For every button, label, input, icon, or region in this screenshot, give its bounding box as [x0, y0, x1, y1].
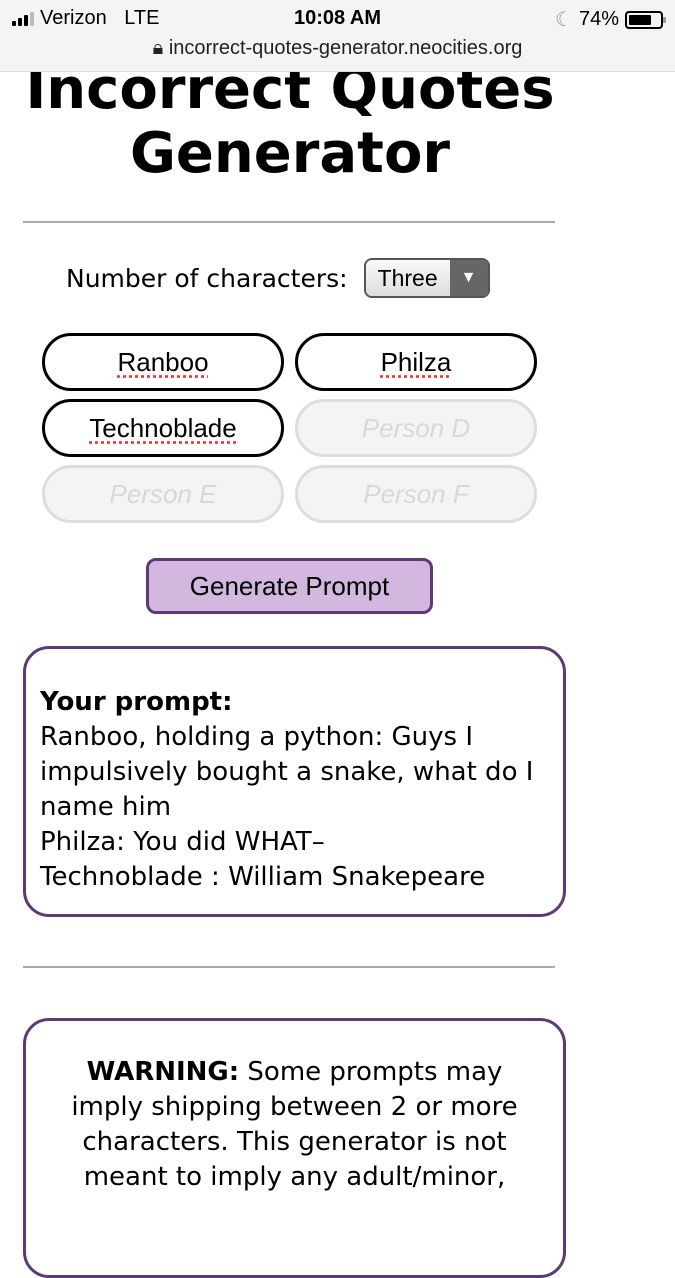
generate-prompt-button[interactable]: Generate Prompt: [146, 558, 433, 614]
warning-box: WARNING: Some prompts may imply shipping…: [23, 1018, 566, 1278]
character-input-e[interactable]: Person E: [42, 465, 284, 523]
url-text: incorrect-quotes-generator.neocities.org: [168, 37, 523, 59]
num-characters-select[interactable]: Three ▼: [363, 258, 490, 298]
character-input-a[interactable]: Ranboo: [42, 333, 284, 391]
moon-icon: ☾: [555, 9, 573, 31]
prompt-heading: Your prompt:: [40, 687, 233, 717]
prompt-box: Your prompt: Ranboo, holding a python: G…: [23, 646, 566, 917]
divider: [23, 966, 555, 968]
page-title: Incorrect Quotes Generator: [25, 57, 555, 186]
character-input-f[interactable]: Person F: [295, 465, 537, 523]
address-bar[interactable]: 🔒︎ incorrect-quotes-generator.neocities.…: [0, 37, 675, 60]
character-input-c[interactable]: Technoblade: [42, 399, 284, 457]
lock-icon: 🔒︎: [152, 37, 164, 59]
warning-label: WARNING:: [86, 1057, 240, 1087]
prompt-line: Ranboo, holding a python: Guys I impulsi…: [40, 722, 534, 822]
select-value: Three: [365, 260, 450, 296]
chevron-down-icon: ▼: [449, 260, 488, 296]
character-input-d[interactable]: Person D: [295, 399, 537, 457]
prompt-line: Philza: You did WHAT–: [40, 827, 325, 857]
battery-percent: 74%: [578, 8, 619, 30]
prompt-line: Technoblade : William Snakepeare: [40, 862, 486, 892]
battery-icon: [625, 10, 666, 29]
character-input-b[interactable]: Philza: [295, 333, 537, 391]
divider: [23, 221, 555, 223]
ios-status-bar: Verizon LTE 10:08 AM ☾ 74% 🔒︎ incorrect-q…: [0, 0, 675, 72]
num-characters-row: Number of characters: Three ▼: [66, 258, 490, 298]
num-characters-label: Number of characters:: [66, 263, 348, 293]
